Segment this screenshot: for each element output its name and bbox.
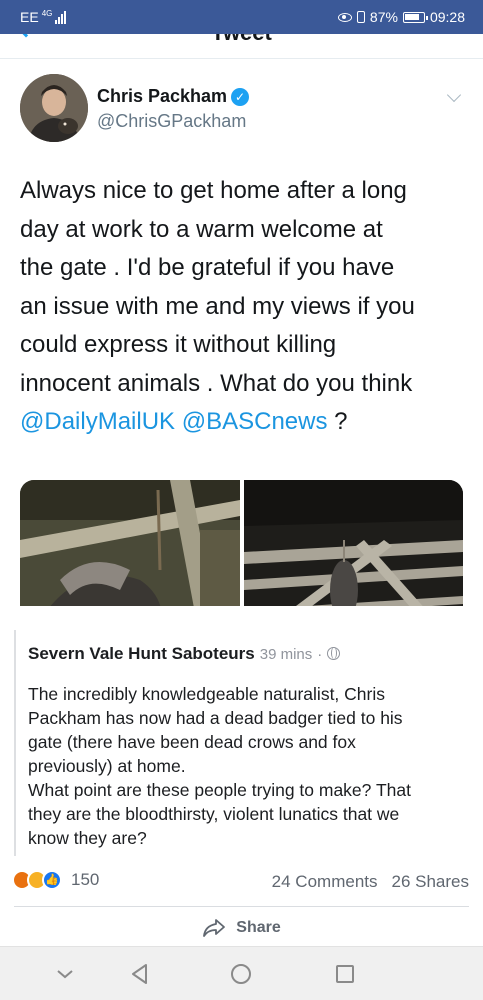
post-line: The incredibly knowledgeable naturalist,… xyxy=(28,684,385,704)
tweet-header: Tweet xyxy=(0,34,483,46)
signal-icon xyxy=(55,10,67,24)
recent-apps-nav-icon[interactable] xyxy=(333,962,357,986)
media-photo-right xyxy=(244,480,463,606)
shares-count[interactable]: 26 Shares xyxy=(392,872,470,892)
post-timestamp[interactable]: 39 mins xyxy=(260,646,313,663)
battery-percent: 87% xyxy=(369,9,398,25)
tweet-line: day at work to a warm welcome at xyxy=(20,215,383,243)
tweet-screenshot[interactable]: Tweet Chris Packham ✓ @ChrisGPackham Alw… xyxy=(0,34,483,606)
shared-post-quote-bar xyxy=(14,630,16,856)
tweet-mentions-line: @DailyMailUK @BASCnews ? xyxy=(20,403,470,442)
back-nav-icon[interactable] xyxy=(128,962,152,986)
eye-comfort-icon xyxy=(337,12,352,22)
battery-icon xyxy=(402,11,428,23)
hide-nav-icon[interactable] xyxy=(53,962,77,986)
avatar xyxy=(20,74,88,142)
tweet-media xyxy=(20,480,463,606)
share-arrow-icon xyxy=(203,919,226,937)
tweet-author-name: Chris Packham xyxy=(97,86,228,106)
share-button[interactable]: Share xyxy=(0,918,483,938)
tweet-author-row: Chris Packham ✓ xyxy=(97,86,250,107)
post-line: know they are? xyxy=(28,828,147,848)
tweet-line: could express it without killing xyxy=(20,331,337,358)
post-header: Severn Vale Hunt Saboteurs 39 mins · xyxy=(28,644,341,664)
share-label: Share xyxy=(236,919,281,936)
post-line: What point are these people trying to ma… xyxy=(28,780,411,800)
verified-badge-icon: ✓ xyxy=(231,87,250,106)
post-line: gate (there have been dead crows and fox xyxy=(28,732,356,752)
post-line: they are the bloodthirsty, violent lunat… xyxy=(28,804,400,824)
like-reaction-icon: 👍 xyxy=(42,870,62,890)
status-bar: EE 4G 87% 09:28 xyxy=(0,0,483,34)
post-line: Packham has now had a dead badger tied t… xyxy=(28,708,403,728)
tweet-text-end: ? xyxy=(327,408,348,435)
home-nav-icon[interactable] xyxy=(229,962,253,986)
post-line: previously) at home. xyxy=(28,756,186,776)
reactions-summary[interactable]: 👍 150 xyxy=(12,870,99,890)
reactions-count: 150 xyxy=(71,870,100,889)
page-name-link[interactable]: Severn Vale Hunt Saboteurs xyxy=(28,644,255,664)
tweet-line: innocent animals . What do you think xyxy=(20,369,413,397)
separator-dot: · xyxy=(317,646,323,663)
header-divider xyxy=(0,58,483,59)
clock: 09:28 xyxy=(429,9,465,25)
chevron-down-icon xyxy=(446,87,462,103)
network-type: 4G xyxy=(41,8,53,18)
globe-icon xyxy=(327,647,341,660)
post-body: The incredibly knowledgeable naturalist,… xyxy=(28,682,468,850)
navigation-bar xyxy=(0,946,483,1000)
tweet-line: Always nice to get home after a long xyxy=(20,177,407,204)
tweet-text: Always nice to get home after a long day… xyxy=(20,172,470,442)
media-photo-left xyxy=(20,480,240,606)
vibrate-icon xyxy=(356,11,365,23)
tweet-page-title: Tweet xyxy=(0,34,483,46)
tweet-line: the gate . I'd be grateful if you have xyxy=(20,254,395,281)
engagement-counts: 24 Comments 26 Shares xyxy=(272,872,469,892)
tweet-line: an issue with me and my views if you xyxy=(20,292,415,320)
comments-count[interactable]: 24 Comments xyxy=(272,872,378,892)
tweet-author-handle: @ChrisGPackham xyxy=(97,111,247,131)
mention-bascnews: @BASCnews xyxy=(181,408,328,435)
carrier-label: EE xyxy=(20,9,39,25)
mention-dailymailuk: @DailyMailUK xyxy=(20,408,176,435)
action-divider xyxy=(14,906,469,907)
